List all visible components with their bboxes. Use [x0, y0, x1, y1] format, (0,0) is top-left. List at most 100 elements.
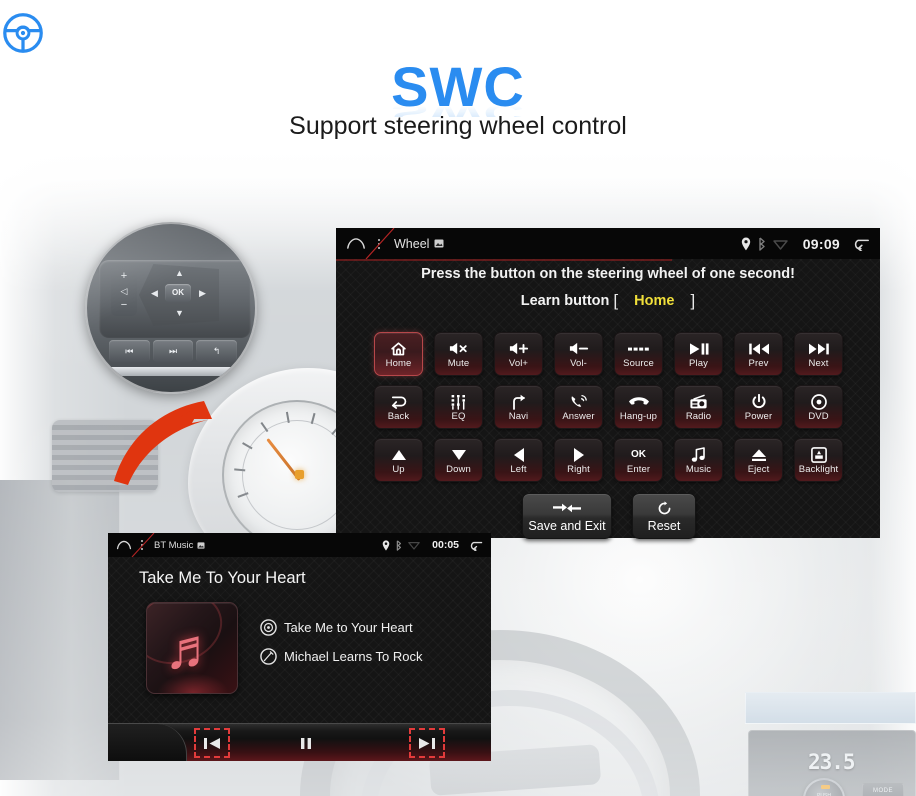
bracket-close: ]: [690, 291, 696, 310]
next-track-icon: [808, 339, 830, 358]
swc-button-label: Back: [387, 411, 410, 423]
top-accent-line: [336, 259, 672, 261]
artist-icon: [260, 648, 277, 665]
home-icon: [390, 339, 407, 358]
swc-button-back[interactable]: Back: [374, 385, 423, 429]
swc-button-grid: Home Mute Vol+ Vol- Source Play Prev Next Back EQ…: [374, 332, 843, 482]
music-note-icon: ♬: [164, 617, 220, 680]
home-icon[interactable]: [116, 540, 132, 550]
swc-action-row: Save and Exit Reset: [522, 493, 696, 539]
swc-button-label: Radio: [685, 411, 712, 423]
reset-button[interactable]: Reset: [632, 493, 696, 539]
artist-row: Michael Learns To Rock: [260, 648, 423, 665]
wheel-volume-rocker: + ◁ −: [111, 268, 137, 316]
swc-button-navi[interactable]: Navi: [494, 385, 543, 429]
volume-up-icon: [508, 339, 530, 358]
swc-button-play[interactable]: Play: [674, 332, 723, 376]
swc-button-home[interactable]: Home: [374, 332, 423, 376]
wifi-icon: [408, 540, 420, 550]
image-badge-icon: [434, 239, 444, 248]
bracket-open: [: [613, 291, 619, 310]
wheel-ok-button: OK: [165, 284, 191, 302]
overflow-menu-icon[interactable]: [378, 238, 380, 249]
swc-button-prev[interactable]: Prev: [734, 332, 783, 376]
source-dots-icon: [627, 339, 651, 358]
music-body: Take Me To Your Heart ♬ Take Me to Your: [108, 557, 491, 761]
location-pin-icon: [382, 539, 390, 551]
wheel-chrome-trim: [87, 367, 255, 376]
page-root: 23.5 PUSHON·OFF MODE SWC SWC Suppo: [0, 0, 916, 796]
swc-button-backlight[interactable]: Backlight: [794, 438, 843, 482]
swc-button-mute[interactable]: Mute: [434, 332, 483, 376]
swc-button-vol-[interactable]: Vol-: [554, 332, 603, 376]
swc-button-label: Prev: [748, 358, 769, 370]
save-and-exit-button[interactable]: Save and Exit: [522, 493, 612, 539]
swc-button-power[interactable]: Power: [734, 385, 783, 429]
arrow-right-icon: [573, 445, 585, 464]
swc-button-label: Source: [623, 358, 654, 370]
wheel-next-button: ⏭: [152, 340, 194, 362]
swc-button-label: Vol+: [508, 358, 529, 370]
swc-button-label: Home: [385, 358, 412, 370]
bt-music-window: BT Music 00:05 Take Me To Your Heart ♬ T…: [108, 533, 491, 761]
wheel-prev-button: ⏮: [109, 340, 150, 362]
speaker-mute-icon: [448, 339, 470, 358]
swc-button-label: Navi: [508, 411, 529, 423]
refresh-icon: [657, 500, 672, 517]
swc-button-eq[interactable]: EQ: [434, 385, 483, 429]
play-pause-icon: [688, 339, 710, 358]
climate-mode-button[interactable]: MODE: [862, 783, 904, 796]
power-icon: [751, 392, 767, 411]
location-pin-icon: [741, 237, 751, 251]
swc-button-answer[interactable]: Answer: [554, 385, 603, 429]
swc-button-eject[interactable]: Eject: [734, 438, 783, 482]
swc-button-label: Hang-up: [619, 411, 658, 423]
swc-button-label: Vol-: [570, 358, 587, 370]
swc-button-right[interactable]: Right: [554, 438, 603, 482]
previous-track-icon: [202, 736, 222, 751]
back-arrow-icon[interactable]: [850, 237, 870, 251]
swc-button-label: Next: [808, 358, 829, 370]
swc-button-label: Play: [689, 358, 708, 370]
bluetooth-icon: [757, 236, 766, 251]
back-arrow-icon[interactable]: [467, 540, 483, 551]
swc-button-source[interactable]: Source: [614, 332, 663, 376]
instruction-text: Press the button on the steering wheel o…: [421, 266, 795, 282]
previous-track-icon: [748, 339, 770, 358]
eject-icon: [751, 445, 767, 464]
artist-name: Michael Learns To Rock: [284, 649, 423, 664]
arrow-down-icon: [451, 445, 467, 464]
home-icon[interactable]: [346, 237, 366, 250]
swc-button-music[interactable]: Music: [674, 438, 723, 482]
steering-wheel-icon: [0, 10, 916, 56]
door-trim: [0, 480, 120, 780]
swc-button-label: Music: [685, 464, 712, 476]
swc-button-label: Answer: [562, 411, 595, 423]
swc-button-down[interactable]: Down: [434, 438, 483, 482]
head-unit-screen-reflection: [745, 692, 916, 724]
radio-icon: [689, 392, 708, 411]
swc-button-enter[interactable]: OK Enter: [614, 438, 663, 482]
swc-button-up[interactable]: Up: [374, 438, 423, 482]
swc-button-next[interactable]: Next: [794, 332, 843, 376]
swc-button-label: Down: [446, 464, 471, 476]
wheel-back-button: ↰: [196, 340, 238, 362]
arrow-up-icon: [391, 445, 407, 464]
music-note-icon: [691, 445, 706, 464]
swc-button-left[interactable]: Left: [494, 438, 543, 482]
swc-button-dvd[interactable]: DVD: [794, 385, 843, 429]
swc-button-vol-[interactable]: Vol+: [494, 332, 543, 376]
turn-right-icon: [510, 392, 528, 411]
image-badge-icon: [197, 541, 205, 549]
next-track-button[interactable]: [409, 728, 445, 758]
overflow-menu-icon[interactable]: [141, 540, 143, 550]
swc-button-hang-up[interactable]: Hang-up: [614, 385, 663, 429]
climate-temperature: 23.5: [808, 750, 856, 774]
previous-track-button[interactable]: [194, 728, 230, 758]
swc-button-label: DVD: [808, 411, 829, 423]
swc-button-radio[interactable]: Radio: [674, 385, 723, 429]
learn-button-value: Home: [634, 293, 675, 309]
play-pause-button[interactable]: [288, 728, 324, 758]
track-title-row: Take Me to Your Heart: [260, 619, 423, 636]
swc-button-label: Backlight: [798, 464, 839, 476]
